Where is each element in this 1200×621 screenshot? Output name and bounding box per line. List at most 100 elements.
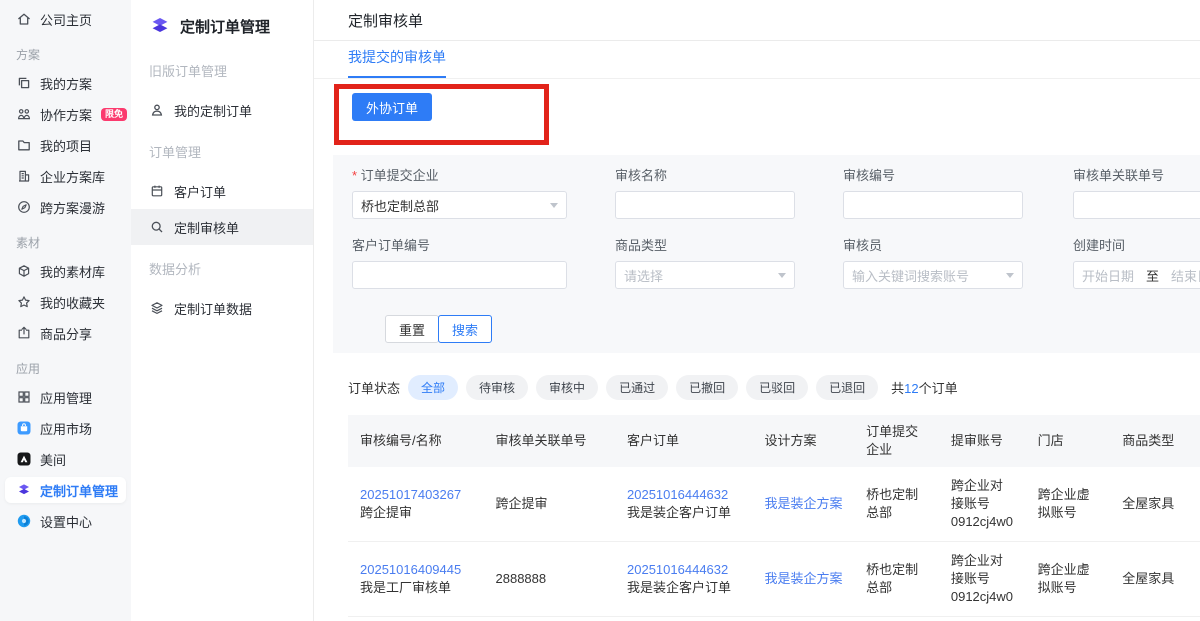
status-pill-approved[interactable]: 已通过 [606, 375, 668, 400]
free-badge: 限免 [101, 108, 127, 121]
nav-item-custom-order-data[interactable]: 定制订单数据 [131, 290, 313, 326]
cell-customer-order: 20251016444632 我是装企客户订单 [615, 557, 752, 601]
filter-label-product-type: 商品类型 [615, 235, 795, 254]
review-name: 我是工厂审核单 [360, 579, 474, 597]
col-submit-company: 订单提交企业 [854, 419, 939, 463]
cell-design-plan: 我是装企方案 [753, 491, 855, 517]
tabs-row: 我提交的审核单 [314, 41, 1200, 79]
status-pill-pending[interactable]: 待审核 [466, 375, 528, 400]
status-label: 订单状态 [348, 378, 400, 397]
customer-order-no-input[interactable] [352, 261, 567, 289]
customer-order-link[interactable]: 20251016444632 [627, 561, 742, 579]
sidebar-item-cross-plan-roam[interactable]: 跨方案漫游 [5, 194, 126, 220]
created-time-range-picker[interactable]: 开始日期 至 结束日期 [1073, 261, 1200, 289]
cell-submit-company: 桥也定制总部 [854, 557, 939, 601]
search-button[interactable]: 搜索 [438, 315, 492, 343]
nav-item-label: 定制订单数据 [174, 299, 252, 318]
nav-item-customer-orders[interactable]: 客户订单 [131, 173, 313, 209]
reset-button[interactable]: 重置 [385, 315, 439, 343]
order-status-filter: 订单状态 全部 待审核 审核中 已通过 已撤回 已驳回 已退回 共12个订单 [348, 375, 958, 400]
cell-product-type: 全屋家具 [1110, 566, 1200, 592]
filter-label-review-name: 审核名称 [615, 165, 795, 184]
outsource-order-button[interactable]: 外协订单 [352, 93, 432, 121]
sidebar-item-company-home[interactable]: 公司主页 [5, 6, 126, 32]
sidebar-item-app-market[interactable]: 应用市场 [5, 415, 126, 441]
review-name: 跨企提审 [360, 504, 474, 522]
app-sidebar: 公司主页 方案 我的方案 协作方案 限免 我的项目 企业方案库 跨方案漫游 素材… [0, 0, 131, 621]
sidebar-item-app-management[interactable]: 应用管理 [5, 384, 126, 410]
status-pill-returned[interactable]: 已退回 [816, 375, 878, 400]
nav-item-my-custom-orders[interactable]: 我的定制订单 [131, 92, 313, 128]
table-row: 20251016409445 我是工厂审核单 2888888 202510164… [348, 542, 1200, 617]
chevron-down-icon [1006, 273, 1014, 278]
nav-item-label: 客户订单 [174, 182, 226, 201]
layers-icon [149, 300, 165, 316]
review-no-link[interactable]: 20251017403267 [360, 486, 474, 504]
app-market-icon [16, 420, 32, 436]
col-customer-order: 客户订单 [615, 428, 752, 454]
sidebar-item-label: 应用管理 [40, 388, 92, 407]
customer-order-link[interactable]: 20251016444632 [627, 486, 742, 504]
cell-review: 20251016409445 我是工厂审核单 [348, 557, 484, 601]
sidebar-item-label: 我的项目 [40, 136, 92, 155]
cell-related-no: 2888888 [484, 566, 616, 592]
related-no-input[interactable] [1073, 191, 1200, 219]
search-icon [149, 219, 165, 235]
tab-my-submitted-reviews[interactable]: 我提交的审核单 [348, 41, 446, 78]
chevron-down-icon [550, 203, 558, 208]
sidebar-item-enterprise-library[interactable]: 企业方案库 [5, 163, 126, 189]
copy-icon [16, 75, 32, 91]
nav-group-legacy: 旧版订单管理 [131, 47, 313, 92]
cell-design-plan: 我是装企方案 [753, 566, 855, 592]
settings-icon [16, 513, 32, 529]
clipboard-icon [149, 183, 165, 199]
sidebar-section-plans: 方案 [5, 37, 126, 70]
cell-review: 20251017403267 跨企提审 [348, 482, 484, 526]
nav-item-custom-review-orders[interactable]: 定制审核单 [131, 209, 313, 245]
sidebar-item-meijian[interactable]: 美间 [5, 446, 126, 472]
page-title: 定制审核单 [314, 0, 1200, 41]
submit-company-value: 桥也定制总部 [361, 196, 439, 215]
design-plan-link[interactable]: 我是装企方案 [765, 496, 843, 511]
filter-label-related-no: 审核单关联单号 [1073, 165, 1200, 184]
cell-product-type: 全屋家具 [1110, 491, 1200, 517]
status-pill-reviewing[interactable]: 审核中 [536, 375, 598, 400]
product-type-placeholder: 请选择 [624, 266, 663, 285]
module-title: 定制订单管理 [180, 16, 270, 37]
product-type-select[interactable]: 请选择 [615, 261, 795, 289]
person-icon [149, 102, 165, 118]
grid-icon [16, 389, 32, 405]
filter-label-customer-order-no: 客户订单编号 [352, 235, 567, 254]
sidebar-item-my-plans[interactable]: 我的方案 [5, 70, 126, 96]
col-design-plan: 设计方案 [753, 428, 855, 454]
col-related-no: 审核单关联单号 [484, 428, 616, 454]
filter-label-review-no: 审核编号 [843, 165, 1023, 184]
custom-order-icon [149, 15, 171, 37]
review-name-input[interactable] [615, 191, 795, 219]
sidebar-item-favorites[interactable]: 我的收藏夹 [5, 289, 126, 315]
sidebar-item-collab-plans[interactable]: 协作方案 限免 [5, 101, 126, 127]
status-pill-all[interactable]: 全部 [408, 375, 458, 400]
status-pill-rejected[interactable]: 已驳回 [746, 375, 808, 400]
module-sidebar: 定制订单管理 旧版订单管理 我的定制订单 订单管理 客户订单 定制审核单 数据分… [131, 0, 314, 621]
building-icon [16, 168, 32, 184]
table-row: 20251017403267 跨企提审 跨企提审 20251016444632 … [348, 467, 1200, 542]
col-product-type: 商品类型 [1110, 428, 1200, 454]
sidebar-item-product-share[interactable]: 商品分享 [5, 320, 126, 346]
nav-item-label: 定制审核单 [174, 218, 239, 237]
sidebar-item-settings-center[interactable]: 设置中心 [5, 508, 126, 534]
review-no-input[interactable] [843, 191, 1023, 219]
date-range-separator: 至 [1146, 266, 1159, 285]
cell-submit-account: 跨企业对接账号 0912cj4w0 [939, 548, 1026, 610]
sidebar-item-my-projects[interactable]: 我的项目 [5, 132, 126, 158]
chevron-down-icon [778, 273, 786, 278]
reviewer-select[interactable]: 输入关键词搜索账号 [843, 261, 1023, 289]
sidebar-item-custom-order-management[interactable]: 定制订单管理 [5, 477, 126, 503]
sidebar-item-material-library[interactable]: 我的素材库 [5, 258, 126, 284]
sidebar-item-label: 公司主页 [40, 10, 92, 29]
status-pill-withdrawn[interactable]: 已撤回 [676, 375, 738, 400]
submit-company-select[interactable]: 桥也定制总部 [352, 191, 567, 219]
review-no-link[interactable]: 20251016409445 [360, 561, 474, 579]
order-total-count: 共12个订单 [891, 378, 958, 397]
design-plan-link[interactable]: 我是装企方案 [765, 571, 843, 586]
